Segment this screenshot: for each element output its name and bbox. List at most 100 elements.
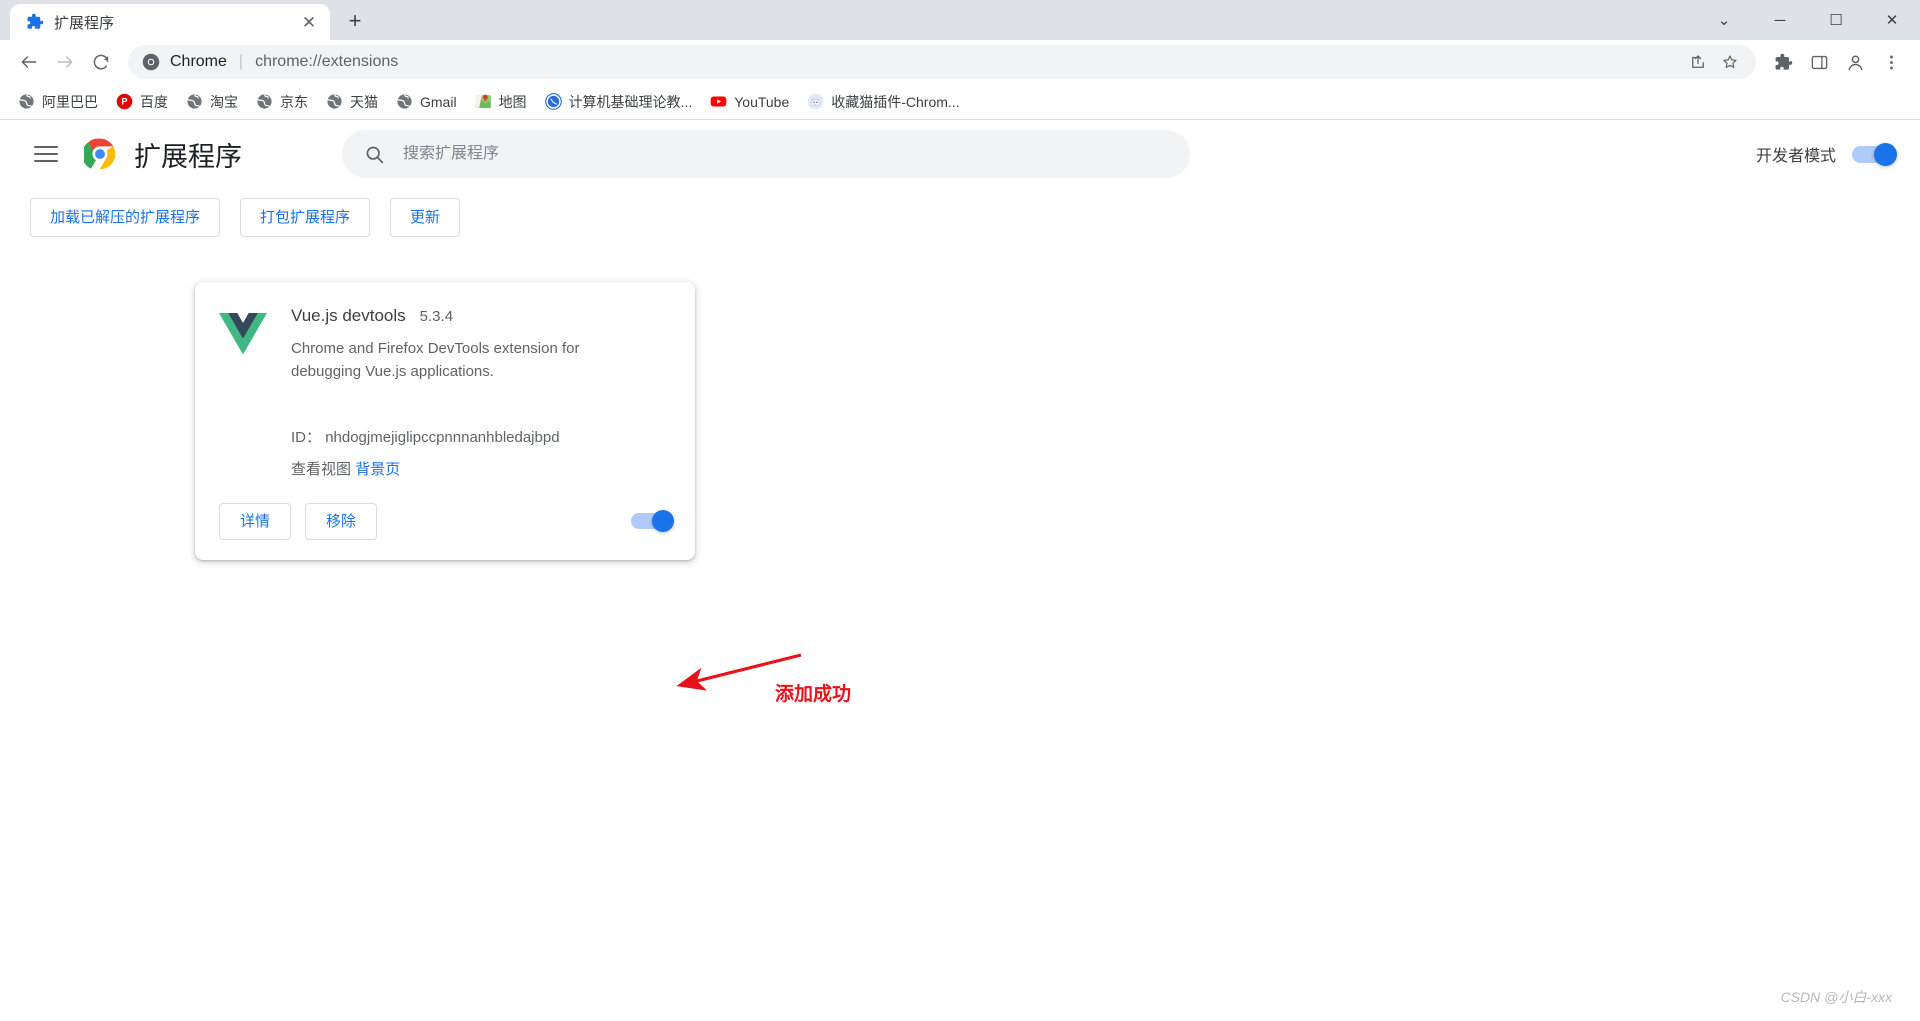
bookmark-star-icon[interactable] (1716, 48, 1744, 76)
extension-id-value: nhdogjmejiglipccpnnnanhbledajbpd (325, 428, 560, 446)
pack-extension-button[interactable]: 打包扩展程序 (240, 198, 371, 237)
search-input[interactable] (403, 145, 1168, 163)
bookmark-label: 收藏猫插件-Chrom... (831, 93, 960, 110)
maximize-icon[interactable]: ☐ (1808, 0, 1864, 40)
bookmark-item[interactable]: YouTube (702, 88, 797, 115)
hamburger-icon[interactable] (34, 140, 62, 168)
omnibox-scheme: Chrome (170, 53, 227, 70)
bookmark-item[interactable]: P 百度 (108, 87, 176, 117)
bookmark-item[interactable]: Gmail (388, 88, 465, 115)
background-page-link[interactable]: 背景页 (355, 461, 400, 478)
extensions-grid: Vue.js devtools 5.3.4 Chrome and Firefox… (0, 237, 1920, 705)
extension-description: Chrome and Firefox DevTools extension fo… (291, 340, 580, 381)
search-box[interactable] (342, 130, 1190, 178)
views-label: 查看视图 (291, 460, 352, 478)
bookmark-label: 阿里巴巴 (42, 93, 98, 110)
bookmark-label: 天猫 (350, 93, 378, 110)
extensions-puzzle-icon[interactable] (1766, 45, 1800, 79)
bookmark-item[interactable]: 计算机基础理论教... (537, 87, 701, 117)
bookmark-label: 百度 (140, 93, 168, 110)
youtube-icon (710, 93, 727, 110)
bookmark-label: 淘宝 (210, 93, 238, 110)
maps-icon (475, 93, 492, 110)
window-close-icon[interactable]: ✕ (1864, 0, 1920, 40)
back-icon[interactable] (12, 45, 46, 79)
bookmark-item[interactable]: 地图 (467, 87, 535, 117)
address-bar[interactable]: Chrome | chrome://extensions (128, 45, 1756, 79)
extension-id-label: ID： (291, 428, 322, 446)
extension-name: Vue.js devtools (291, 306, 406, 325)
bookmark-label: 地图 (498, 93, 527, 110)
globe-icon (18, 93, 35, 110)
extension-name-row: Vue.js devtools 5.3.4 (291, 306, 671, 326)
omnibox-url: chrome://extensions (255, 53, 399, 70)
extensions-page: 扩展程序 开发者模式 加载已解压的扩展程序 打包扩展程序 更新 (0, 120, 1920, 1021)
toggle-knob (652, 510, 674, 532)
globe-icon (396, 93, 413, 110)
extensions-header: 扩展程序 开发者模式 (0, 120, 1920, 188)
share-icon[interactable] (1684, 48, 1712, 76)
annotation-callout: 添加成功 (675, 647, 875, 707)
extension-card: Vue.js devtools 5.3.4 Chrome and Firefox… (195, 282, 695, 560)
search-icon (364, 144, 385, 165)
omnibox-actions (1684, 48, 1744, 76)
new-tab-button[interactable]: + (338, 4, 372, 38)
profile-avatar-icon[interactable] (1838, 45, 1872, 79)
page-title: 扩展程序 (134, 141, 242, 172)
blue-circle-icon (544, 93, 562, 110)
svg-text:P: P (121, 97, 127, 107)
extension-card-footer: 详情 移除 (195, 479, 695, 560)
annotation-text: 添加成功 (775, 684, 852, 705)
tab-title: 扩展程序 (54, 14, 115, 32)
window-controls: ⌄ ─ ☐ ✕ (1696, 0, 1920, 40)
bookmark-label: Gmail (420, 93, 457, 110)
side-panel-icon[interactable] (1802, 45, 1836, 79)
toggle-knob (1874, 142, 1897, 166)
vue-logo-icon (219, 312, 267, 360)
globe-icon (326, 93, 343, 110)
developer-mode-label: 开发者模式 (1755, 148, 1836, 165)
extension-enable-toggle-wrap (631, 510, 674, 532)
cat-icon (807, 93, 824, 110)
minimize-icon[interactable]: ─ (1752, 0, 1808, 40)
globe-icon (256, 93, 273, 110)
extension-id: ID： nhdogjmejiglipccpnnnanhbledajbpd (291, 426, 671, 447)
extensions-action-bar: 加载已解压的扩展程序 打包扩展程序 更新 (0, 188, 1920, 237)
puzzle-piece-icon (26, 13, 44, 31)
extension-views: 查看视图 背景页 (291, 458, 671, 479)
bookmark-item[interactable]: 天猫 (318, 87, 386, 117)
annotation-arrow-icon (676, 653, 802, 691)
reload-icon[interactable] (84, 45, 118, 79)
bookmark-label: 京东 (280, 93, 308, 110)
globe-icon (186, 93, 203, 110)
bookmark-item[interactable]: 京东 (248, 87, 316, 117)
extension-info: Vue.js devtools 5.3.4 Chrome and Firefox… (291, 306, 671, 479)
bookmark-item[interactable]: 阿里巴巴 (10, 87, 106, 117)
browser-menu-icon[interactable] (1874, 45, 1908, 79)
watermark: CSDN @小白-xxx (1780, 989, 1892, 1005)
chrome-icon (81, 138, 116, 170)
extension-enable-toggle[interactable] (631, 510, 674, 532)
bookmark-label: 计算机基础理论教... (568, 93, 693, 110)
extension-card-body: Vue.js devtools 5.3.4 Chrome and Firefox… (195, 282, 695, 479)
browser-tab[interactable]: 扩展程序 ✕ (10, 4, 330, 40)
chrome-icon (142, 53, 160, 71)
browser-toolbar: Chrome | chrome://extensions (0, 40, 1920, 84)
tab-strip: 扩展程序 ✕ + ⌄ ─ ☐ ✕ (0, 0, 1920, 40)
remove-button[interactable]: 移除 (305, 502, 378, 540)
load-unpacked-button[interactable]: 加载已解压的扩展程序 (30, 198, 221, 237)
extension-version: 5.3.4 (419, 308, 454, 325)
bookmarks-bar: 阿里巴巴 P 百度 淘宝 京东 天猫 Gmail 地图 计算机基础理论教... … (0, 84, 1920, 120)
bookmark-item[interactable]: 收藏猫插件-Chrom... (799, 87, 967, 117)
details-button[interactable]: 详情 (219, 502, 292, 540)
omnibox-separator: | (238, 53, 244, 70)
update-button[interactable]: 更新 (390, 198, 461, 237)
developer-mode-control: 开发者模式 (1755, 142, 1897, 166)
bookmark-item[interactable]: 淘宝 (178, 87, 246, 117)
collapse-icon[interactable]: ⌄ (1696, 0, 1752, 40)
developer-mode-toggle[interactable] (1852, 142, 1897, 166)
forward-icon[interactable] (48, 45, 82, 79)
baidu-icon: P (116, 93, 133, 110)
close-icon[interactable]: ✕ (298, 11, 320, 33)
bookmark-label: YouTube (734, 93, 790, 110)
